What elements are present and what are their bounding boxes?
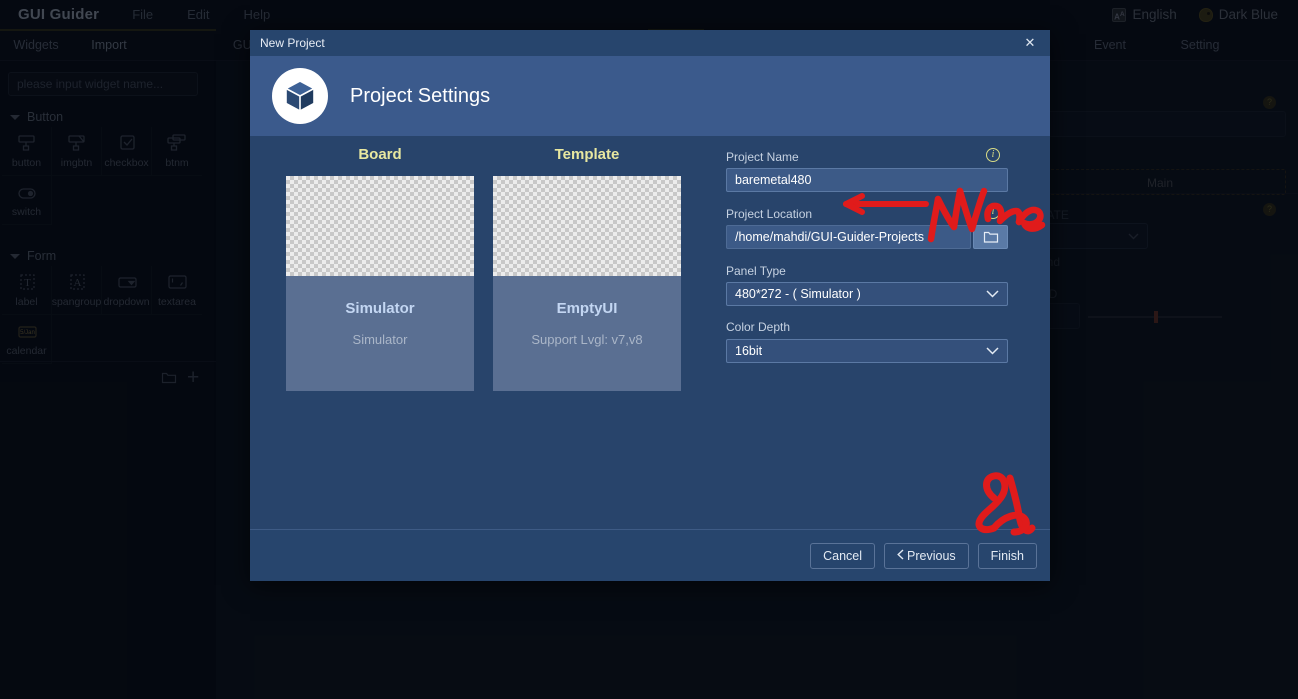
board-card-simulator[interactable]: Simulator Simulator: [286, 176, 474, 391]
project-location-label: Project Location: [726, 207, 813, 221]
template-card-thumbnail: [493, 176, 681, 276]
finish-button[interactable]: Finish: [977, 542, 1037, 569]
panel-type-value: 480*272 - ( Simulator ): [735, 287, 861, 301]
dialog-body: Board Template Simulator Simulator Empty…: [250, 136, 1050, 529]
color-depth-label: Color Depth: [726, 320, 791, 334]
dialog-title: Project Settings: [350, 84, 491, 107]
cube-icon: [272, 68, 328, 124]
template-card-sub: Support Lvgl: v7,v8: [531, 332, 643, 347]
project-name-label: Project Name: [726, 150, 799, 164]
panel-type-label: Panel Type: [726, 264, 786, 278]
color-depth-select[interactable]: 16bit: [726, 339, 1008, 363]
chevron-left-icon: [897, 548, 904, 563]
board-card-name: Simulator: [345, 300, 415, 317]
app-root: GUI Guider File Edit Help AA English Dar…: [0, 0, 1298, 699]
color-depth-value: 16bit: [735, 344, 763, 358]
dialog-header: Project Settings: [250, 56, 1050, 136]
chevron-down-icon: [986, 340, 999, 362]
dialog-footer: Cancel Previous Finish: [250, 529, 1050, 581]
board-card-body: Simulator Simulator: [286, 276, 474, 391]
info-icon[interactable]: i: [986, 205, 1000, 219]
folder-icon[interactable]: [973, 225, 1008, 249]
cancel-button[interactable]: Cancel: [810, 542, 876, 569]
new-project-dialog: New Project ✕ Project Settings Board Tem…: [250, 30, 1050, 581]
chevron-down-icon: [986, 283, 999, 305]
info-icon[interactable]: i: [986, 148, 1000, 162]
template-card-body: EmptyUI Support Lvgl: v7,v8: [493, 276, 681, 391]
board-card-thumbnail: [286, 176, 474, 276]
close-icon[interactable]: ✕: [1010, 30, 1050, 56]
previous-button[interactable]: Previous: [884, 542, 969, 569]
template-card-emptyui[interactable]: EmptyUI Support Lvgl: v7,v8: [493, 176, 681, 391]
dialog-window-title: New Project: [260, 36, 325, 50]
template-column-heading: Template: [554, 146, 620, 163]
previous-button-label: Previous: [907, 548, 956, 563]
panel-type-select[interactable]: 480*272 - ( Simulator ): [726, 282, 1008, 306]
board-card-sub: Simulator: [352, 332, 408, 347]
project-name-input[interactable]: baremetal480: [726, 168, 1008, 192]
board-column-heading: Board: [358, 146, 402, 163]
project-location-input[interactable]: /home/mahdi/GUI-Guider-Projects: [726, 225, 971, 249]
dialog-titlebar: New Project ✕: [250, 30, 1050, 56]
template-card-name: EmptyUI: [556, 300, 618, 317]
